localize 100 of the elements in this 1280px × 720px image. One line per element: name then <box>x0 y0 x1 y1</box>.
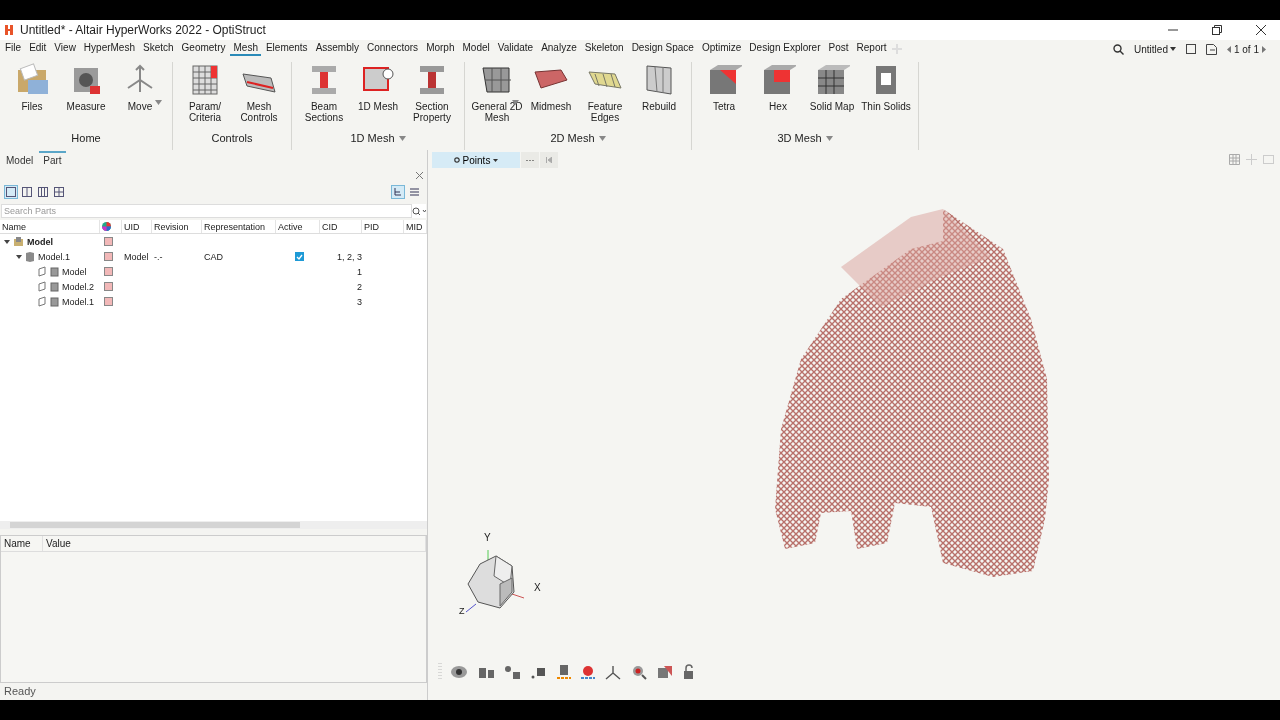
layout-icon <box>54 187 64 197</box>
window-title: Untitled* - Altair HyperWorks 2022 - OptiStruct <box>20 23 267 37</box>
column-header[interactable]: Name <box>0 220 100 233</box>
color-swatch[interactable] <box>104 252 113 261</box>
ribbon-tool[interactable]: Thin Solids <box>862 62 910 138</box>
table-cell-text: 1, 2, 3 <box>335 251 362 262</box>
layout-button[interactable] <box>4 185 18 199</box>
menu-item[interactable]: Design Space <box>628 42 697 56</box>
app-logo-icon <box>4 24 14 36</box>
table-cell-text: Model <box>123 251 150 262</box>
display-mode-dropdown[interactable]: Points <box>432 152 520 168</box>
column-header[interactable]: Active <box>276 220 320 233</box>
table-cell-text: CAD <box>203 251 224 262</box>
ribbon-tool[interactable]: Beam Sections <box>300 62 348 138</box>
menu-item[interactable]: Morph <box>423 42 458 56</box>
ribbon-tool[interactable]: General 2D Mesh <box>473 62 521 138</box>
previous-icon[interactable] <box>1226 45 1231 53</box>
menu-item[interactable]: File <box>2 42 25 56</box>
view-toggle[interactable] <box>391 185 405 199</box>
browser-tab[interactable]: Model <box>2 151 38 168</box>
zoom-icon[interactable] <box>630 664 648 680</box>
search-icon <box>412 206 426 216</box>
menu-item[interactable]: Connectors <box>364 42 422 56</box>
search-field[interactable]: Search Parts <box>1 204 412 218</box>
menu-item[interactable]: Design Explorer <box>746 42 824 56</box>
layout-button[interactable] <box>36 185 50 199</box>
column-header[interactable]: PID <box>362 220 404 233</box>
session-dropdown[interactable]: Untitled <box>1134 43 1176 55</box>
column-header[interactable]: Revision <box>152 220 202 233</box>
group-title: Controls <box>211 132 253 144</box>
page-export-icon[interactable] <box>1205 43 1217 55</box>
menu-item[interactable]: View <box>51 42 79 56</box>
more-button[interactable]: ··· <box>521 152 539 168</box>
menu-item[interactable]: Assembly <box>312 42 362 56</box>
collapse-icon <box>546 157 552 163</box>
part-icon <box>50 281 59 292</box>
part-name[interactable]: Model.2 <box>62 281 95 292</box>
ribbon-tool[interactable]: Tetra <box>700 62 748 138</box>
search-icon[interactable] <box>1113 43 1125 55</box>
layout-icon <box>6 187 16 197</box>
section-cut-icon[interactable] <box>656 664 674 680</box>
group-caret-icon <box>598 135 606 141</box>
caret-icon <box>1169 47 1176 51</box>
menu-item[interactable]: Geometry <box>178 42 229 56</box>
group-title: Home <box>71 132 101 144</box>
menu-item[interactable]: Analyze <box>538 42 580 56</box>
horizontal-scrollbar[interactable] <box>0 521 427 529</box>
connect-icon[interactable] <box>504 664 522 680</box>
column-header[interactable]: MID <box>404 220 427 233</box>
part-name[interactable]: Model.1 <box>38 251 71 262</box>
table-cell-text: -.- <box>153 251 164 262</box>
menu-item[interactable]: Validate <box>494 42 537 56</box>
axis-label: Y <box>484 532 491 543</box>
color-swatch[interactable] <box>104 237 113 246</box>
layout-button[interactable] <box>20 185 34 199</box>
color-swatch[interactable] <box>104 267 113 276</box>
ribbon-tool[interactable]: Rebuild <box>635 62 683 138</box>
menu-item[interactable]: Elements <box>262 42 311 56</box>
eye-icon[interactable] <box>450 664 470 680</box>
part-name[interactable]: Model <box>27 236 53 247</box>
grid-view-icon[interactable] <box>1229 154 1240 165</box>
page-icon[interactable] <box>1185 44 1196 54</box>
column-header[interactable]: Representation <box>202 220 276 233</box>
part-name[interactable]: Model.1 <box>62 296 95 307</box>
color-legend-icon[interactable] <box>556 664 572 680</box>
table-cell-text: 1 <box>356 266 362 277</box>
table-cell-text: 2 <box>356 281 362 292</box>
next-icon[interactable] <box>1262 45 1266 53</box>
axes-icon[interactable] <box>604 664 622 680</box>
menu-item[interactable]: Report <box>853 42 890 56</box>
menu-item[interactable]: HyperMesh <box>80 42 138 56</box>
page-counter: 1 of 1 <box>1233 43 1259 55</box>
menu-item[interactable]: Edit <box>26 42 50 56</box>
group-caret-icon <box>825 135 833 141</box>
menu-item[interactable]: Mesh <box>230 42 261 56</box>
menu-item[interactable]: Model <box>459 42 493 56</box>
view-toggle[interactable] <box>407 185 421 199</box>
color-swatch[interactable] <box>104 282 113 291</box>
menu-item[interactable]: Skeleton <box>581 42 627 56</box>
close-icon[interactable] <box>416 171 423 179</box>
ribbon-tool[interactable]: Section Property <box>408 62 456 138</box>
ribbon-tool[interactable]: Move <box>116 62 164 138</box>
active-checkbox[interactable] <box>294 252 304 261</box>
column-header[interactable]: UID <box>122 220 152 233</box>
list-icon <box>409 188 419 196</box>
color-wheel-icon[interactable] <box>580 664 596 680</box>
menu-item[interactable]: Sketch <box>140 42 177 56</box>
color-swatch[interactable] <box>104 297 113 306</box>
expand-caret-icon[interactable] <box>16 253 22 260</box>
expand-caret-icon[interactable] <box>4 238 10 245</box>
ribbon-tool[interactable]: Files <box>8 62 56 138</box>
surface-icon <box>37 281 47 292</box>
part-name[interactable]: Model <box>62 266 87 277</box>
layout-icon <box>38 187 48 197</box>
lock-icon[interactable] <box>682 664 696 680</box>
menu-item[interactable]: Post <box>825 42 852 56</box>
column-header[interactable]: CID <box>320 220 362 233</box>
menu-item[interactable]: Optimize <box>698 42 745 56</box>
layout-button[interactable] <box>52 185 66 199</box>
color-wheel-icon <box>102 222 111 231</box>
